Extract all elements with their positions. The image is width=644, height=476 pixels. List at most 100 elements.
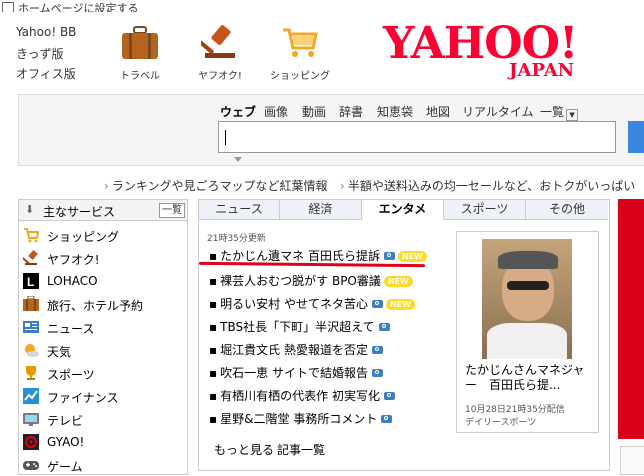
lohaco-icon: L	[23, 273, 39, 289]
photo-news-card[interactable]: たかじんさんマネジャー 百田氏ら提... 10月28日21時35分配信 デイリー…	[456, 231, 599, 433]
search-button[interactable]	[628, 121, 644, 153]
headline-item[interactable]: ▪ 吹石一恵 サイトで結婚報告	[209, 364, 383, 382]
service-label: 天気	[47, 345, 72, 359]
news-panel: ニュース 経済 エンタメ スポーツ その他 21時35分更新 ▪ たかじん遺マネ …	[198, 199, 610, 471]
service-label: ヤフオク!	[47, 253, 100, 267]
yahoo-japan-logo[interactable]: YAHOO! JAPAN	[383, 22, 598, 82]
service-label: ショッピング	[47, 230, 120, 244]
svg-text:L: L	[27, 275, 34, 289]
article-list-link[interactable]: 記事一覧	[277, 441, 325, 458]
gavel-icon	[201, 25, 235, 58]
set-homepage-label: ホームページに設定する	[18, 2, 139, 12]
text-caret	[225, 130, 226, 145]
service-label: GYAO!	[47, 435, 85, 449]
promo-link-autumn[interactable]: › ランキングや見ごろマップなど紅葉情報	[104, 177, 327, 194]
tab-entertainment[interactable]: エンタメ	[362, 200, 444, 220]
search-tab-images[interactable]: 画像	[264, 103, 288, 120]
tab-news[interactable]: ニュース	[199, 200, 280, 220]
gavel-icon	[23, 250, 38, 265]
service-label: ファイナンス	[47, 391, 119, 405]
game-icon	[23, 461, 39, 470]
service-label: スポーツ	[47, 368, 95, 382]
tv-icon	[23, 413, 39, 426]
headline-text: 星野&二階堂 事務所コメント	[220, 412, 378, 426]
travel-service[interactable]: トラベル	[112, 22, 168, 84]
new-badge: NEW	[383, 276, 413, 287]
expand-arrow-icon[interactable]	[234, 157, 242, 162]
camera-icon	[371, 346, 383, 354]
service-label: テレビ	[47, 414, 84, 428]
arrow-down-icon[interactable]: ⬇	[25, 203, 34, 216]
yahoo-bb-link[interactable]: Yahoo! BB	[16, 25, 76, 39]
shopping-service[interactable]: ショッピング	[270, 22, 330, 84]
set-homepage-link[interactable]: ホームページに設定する	[0, 0, 644, 12]
search-tab-chiebukuro[interactable]: 知恵袋	[377, 103, 413, 120]
photo-source: デイリースポーツ	[465, 418, 537, 428]
tab-sports[interactable]: スポーツ	[444, 200, 526, 220]
auction-service[interactable]: ヤフオク!	[192, 22, 248, 84]
headline-item[interactable]: ▪ 裸芸人おむつ脱がす BPO審議 NEW	[209, 272, 413, 290]
service-label: LOHACO	[47, 274, 98, 288]
search-tab-web[interactable]: ウェブ	[220, 103, 256, 120]
chevron-right-icon: ›	[104, 179, 109, 193]
camera-icon	[383, 252, 395, 260]
travel-label: トラベル	[120, 71, 160, 82]
headline-item[interactable]: ▪ 有栖川有栖の代表作 初実写化	[209, 387, 395, 405]
trophy-icon	[26, 366, 36, 380]
chevron-right-icon: ›	[340, 179, 345, 193]
tab-other[interactable]: その他	[526, 200, 608, 220]
promo-text-sale: 半額や送料込みの均一セールなど、おトクがいっぱい	[347, 179, 636, 193]
search-tab-map[interactable]: 地図	[426, 103, 450, 120]
suitcase-icon	[122, 26, 158, 59]
search-tab-list[interactable]: 一覧 ▼	[540, 103, 579, 121]
main-services-header: ⬇ 主なサービス 一覧	[19, 200, 187, 221]
service-label: 旅行、ホテル予約	[47, 299, 144, 313]
news-icon	[23, 321, 39, 333]
chevron-down-icon: ▼	[566, 109, 579, 121]
cart-icon	[283, 28, 318, 57]
search-tab-list-label: 一覧	[540, 105, 565, 119]
search-tab-realtime[interactable]: リアルタイム	[462, 103, 534, 120]
new-badge: NEW	[385, 299, 415, 310]
chart-icon	[23, 388, 39, 404]
main-services-title: 主なサービス	[43, 205, 116, 219]
headline-item[interactable]: ▪ 星野&二階堂 事務所コメント	[209, 410, 393, 428]
headline-text: 堀江貴文氏 熱愛報道を否定	[220, 343, 368, 357]
new-badge: NEW	[397, 251, 427, 262]
cart-icon	[24, 228, 39, 243]
side-widget[interactable]	[620, 446, 644, 475]
headline-item[interactable]: ▪ 明るい安村 やせてネタ苦心 NEW	[209, 295, 415, 313]
headline-text: 吹石一恵 サイトで結婚報告	[220, 366, 368, 380]
tab-economy[interactable]: 経済	[280, 200, 362, 220]
gyao-icon	[23, 434, 39, 450]
home-icon	[2, 2, 14, 12]
main-services-panel: ⬇ 主なサービス 一覧 ショッピング ヤフオク! L LOHACO 旅行、ホテル…	[18, 199, 188, 475]
news-tabs: ニュース 経済 エンタメ スポーツ その他	[199, 200, 609, 220]
search-input[interactable]	[218, 121, 616, 153]
headline-item[interactable]: ▪ TBS社長「下町」半沢超えて	[209, 318, 390, 336]
promo-text-autumn: ランキングや見ごろマップなど紅葉情報	[111, 179, 328, 193]
photo-caption: たかじんさんマネジャー 百田氏ら提...	[465, 363, 585, 392]
camera-icon	[371, 300, 383, 308]
camera-icon	[381, 415, 393, 423]
more-news-link[interactable]: もっと見る	[214, 441, 274, 458]
search-tab-dictionary[interactable]: 辞書	[339, 103, 363, 120]
camera-icon	[378, 323, 390, 331]
weather-icon	[25, 344, 39, 357]
office-version-link[interactable]: オフィス版	[16, 65, 76, 82]
headline-text: 明るい安村 やせてネタ苦心	[220, 297, 368, 311]
headline-text: 有栖川有栖の代表作 初実写化	[220, 389, 380, 403]
shopping-label: ショッピング	[270, 71, 330, 82]
news-photo	[482, 239, 572, 359]
search-tab-video[interactable]: 動画	[302, 103, 326, 120]
service-label: ゲーム	[47, 460, 83, 474]
camera-icon	[371, 369, 383, 377]
suitcase-icon	[23, 296, 39, 311]
advertisement-banner[interactable]	[618, 199, 644, 439]
services-list-button[interactable]: 一覧	[159, 203, 185, 218]
kids-version-link[interactable]: きっず版	[16, 45, 64, 62]
photo-date: 10月28日21時35分配信	[465, 405, 565, 415]
update-time: 21時35分更新	[207, 234, 266, 244]
promo-link-sale[interactable]: › 半額や送料込みの均一セールなど、おトクがいっぱい	[340, 177, 635, 194]
headline-item[interactable]: ▪ 堀江貴文氏 熱愛報道を否定	[209, 341, 383, 359]
